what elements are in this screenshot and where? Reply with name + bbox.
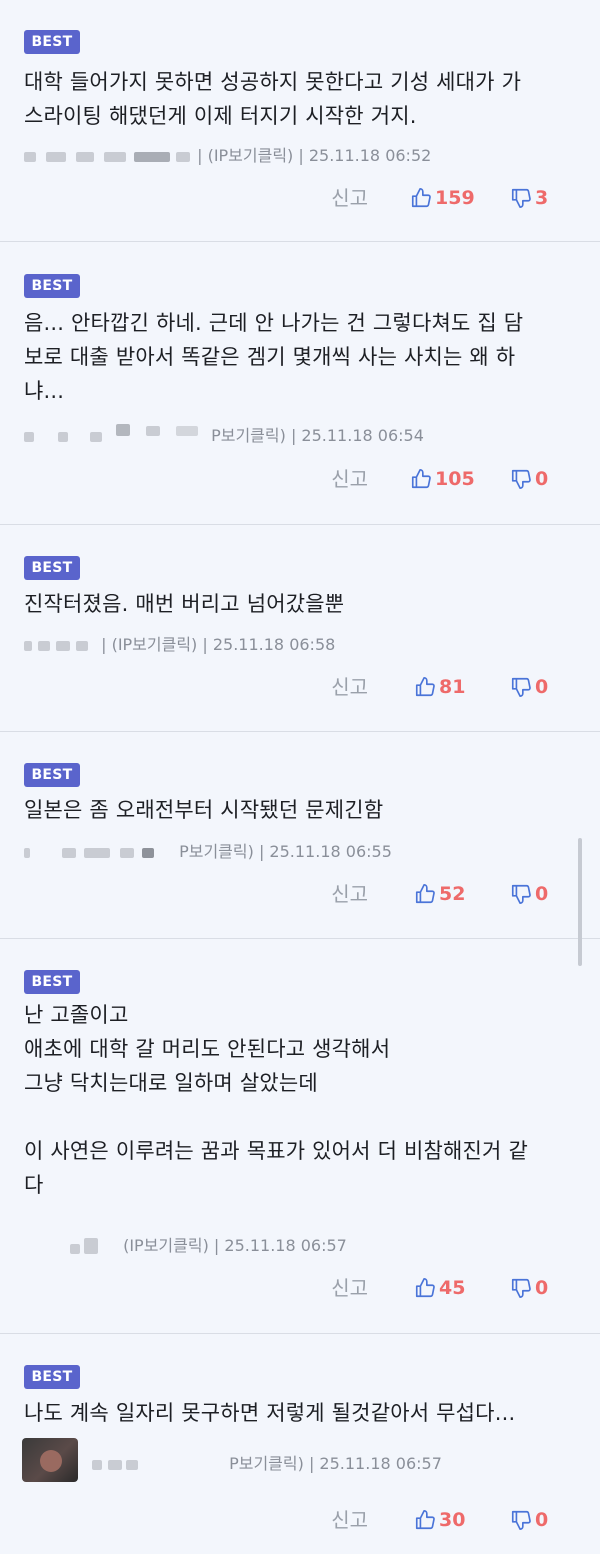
best-badge: BEST — [24, 274, 80, 298]
report-button[interactable]: 신고 — [331, 1505, 368, 1535]
comment-6: BEST 나도 계속 일자리 못구하면 저렇게 될것같아서 무섭다... P보기… — [0, 1334, 600, 1554]
dislike-count: 0 — [535, 468, 549, 490]
comment-meta: P보기클릭) | 25.11.18 06:55 — [24, 840, 392, 864]
dislike-button[interactable]: 3 — [510, 183, 548, 213]
thumbs-up-icon — [411, 469, 431, 489]
like-count: 159 — [435, 187, 475, 209]
avatar — [22, 1438, 78, 1482]
like-count: 105 — [435, 468, 475, 490]
thumbs-down-icon — [511, 884, 531, 904]
comment-text: 대학 들어가지 못하면 성공하지 못한다고 기성 세대가 가 스라이팅 해댔던게… — [24, 70, 522, 128]
like-button[interactable]: 81 — [414, 672, 465, 702]
like-button[interactable]: 45 — [414, 1273, 465, 1303]
comment-actions: 신고 45 0 — [0, 1273, 600, 1303]
best-badge: BEST — [24, 970, 80, 994]
thumbs-down-icon — [511, 1510, 531, 1530]
comment-text: 음... 안타깝긴 하네. 근데 안 나가는 건 그렇다쳐도 집 담 보로 대출… — [24, 311, 524, 403]
like-count: 45 — [439, 1277, 466, 1299]
comment-text: 나도 계속 일자리 못구하면 저렇게 될것같아서 무섭다... — [24, 1401, 516, 1425]
dislike-button[interactable]: 0 — [510, 879, 548, 909]
thumbs-down-icon — [511, 188, 531, 208]
best-badge: BEST — [24, 30, 80, 54]
thumbs-down-icon — [511, 1278, 531, 1298]
like-button[interactable]: 105 — [410, 464, 475, 494]
scrollbar[interactable] — [578, 838, 582, 966]
dislike-count: 0 — [535, 1277, 549, 1299]
thumbs-up-icon — [415, 1278, 435, 1298]
thumbs-up-icon — [415, 1510, 435, 1530]
blurred-nickname — [24, 423, 206, 446]
report-button[interactable]: 신고 — [331, 183, 368, 213]
comment-actions: 신고 159 3 — [0, 183, 600, 213]
comment-meta: P보기클릭) | 25.11.18 06:54 — [24, 423, 424, 448]
thumbs-up-icon — [415, 884, 435, 904]
comment-actions: 신고 81 0 — [0, 672, 600, 702]
comment-actions: 신고 52 0 — [0, 879, 600, 909]
thumbs-up-icon — [415, 677, 435, 697]
comment-text: 난 고졸이고 애초에 대학 갈 머리도 안된다고 생각해서 그냥 닥치는대로 일… — [24, 1003, 528, 1197]
comment-meta: | (IP보기클릭) | 25.11.18 06:52 — [24, 144, 431, 168]
comment-meta-text: P보기클릭) | 25.11.18 06:54 — [211, 426, 424, 445]
comment-meta: P보기클릭) | 25.11.18 06:57 — [92, 1452, 442, 1476]
blurred-nickname — [24, 844, 174, 862]
comment-text: 진작터졌음. 매번 버리고 넘어갔을뿐 — [24, 592, 345, 616]
dislike-button[interactable]: 0 — [510, 1505, 548, 1535]
comment-actions: 신고 30 0 — [0, 1505, 600, 1535]
dislike-button[interactable]: 0 — [510, 672, 548, 702]
dislike-button[interactable]: 0 — [510, 464, 548, 494]
dislike-count: 0 — [535, 883, 549, 905]
comment-meta-text: | (IP보기클릭) | 25.11.18 06:52 — [197, 146, 432, 165]
blurred-nickname — [24, 148, 192, 166]
comment-meta-text: P보기클릭) | 25.11.18 06:57 — [229, 1454, 442, 1473]
comment-text: 일본은 좀 오래전부터 시작됐던 문제긴함 — [24, 798, 384, 822]
comment-meta-text: P보기클릭) | 25.11.18 06:55 — [179, 842, 392, 861]
report-button[interactable]: 신고 — [331, 672, 368, 702]
dislike-count: 3 — [535, 187, 549, 209]
blurred-nickname — [70, 1237, 118, 1256]
comment-5: BEST 난 고졸이고 애초에 대학 갈 머리도 안된다고 생각해서 그냥 닥치… — [0, 939, 600, 1334]
comment-meta-text: (IP보기클릭) | 25.11.18 06:57 — [123, 1236, 347, 1255]
best-badge: BEST — [24, 556, 80, 580]
report-button[interactable]: 신고 — [331, 879, 368, 909]
thumbs-up-icon — [411, 188, 431, 208]
blurred-nickname — [24, 637, 96, 655]
dislike-count: 0 — [535, 676, 549, 698]
like-button[interactable]: 52 — [414, 879, 465, 909]
dislike-count: 0 — [535, 1509, 549, 1531]
like-count: 81 — [439, 676, 466, 698]
thumbs-down-icon — [511, 469, 531, 489]
report-button[interactable]: 신고 — [331, 464, 368, 494]
best-badge: BEST — [24, 1365, 80, 1389]
blurred-nickname — [92, 1456, 224, 1474]
comment-meta: (IP보기클릭) | 25.11.18 06:57 — [70, 1234, 347, 1258]
best-badge: BEST — [24, 763, 80, 787]
report-button[interactable]: 신고 — [331, 1273, 368, 1303]
like-button[interactable]: 30 — [414, 1505, 465, 1535]
comment-4: BEST 일본은 좀 오래전부터 시작됐던 문제긴함 P보기클릭) | 25.1… — [0, 732, 600, 939]
comment-2: BEST 음... 안타깝긴 하네. 근데 안 나가는 건 그렇다쳐도 집 담 … — [0, 242, 600, 525]
like-count: 30 — [439, 1509, 466, 1531]
comment-3: BEST 진작터졌음. 매번 버리고 넘어갔을뿐 | (IP보기클릭) | 25… — [0, 525, 600, 732]
thumbs-down-icon — [511, 677, 531, 697]
comment-actions: 신고 105 0 — [0, 464, 600, 494]
comment-meta: | (IP보기클릭) | 25.11.18 06:58 — [24, 633, 335, 657]
comment-meta-text: | (IP보기클릭) | 25.11.18 06:58 — [101, 635, 336, 654]
dislike-button[interactable]: 0 — [510, 1273, 548, 1303]
like-count: 52 — [439, 883, 466, 905]
like-button[interactable]: 159 — [410, 183, 475, 213]
comment-1: BEST 대학 들어가지 못하면 성공하지 못한다고 기성 세대가 가 스라이팅… — [0, 0, 600, 242]
